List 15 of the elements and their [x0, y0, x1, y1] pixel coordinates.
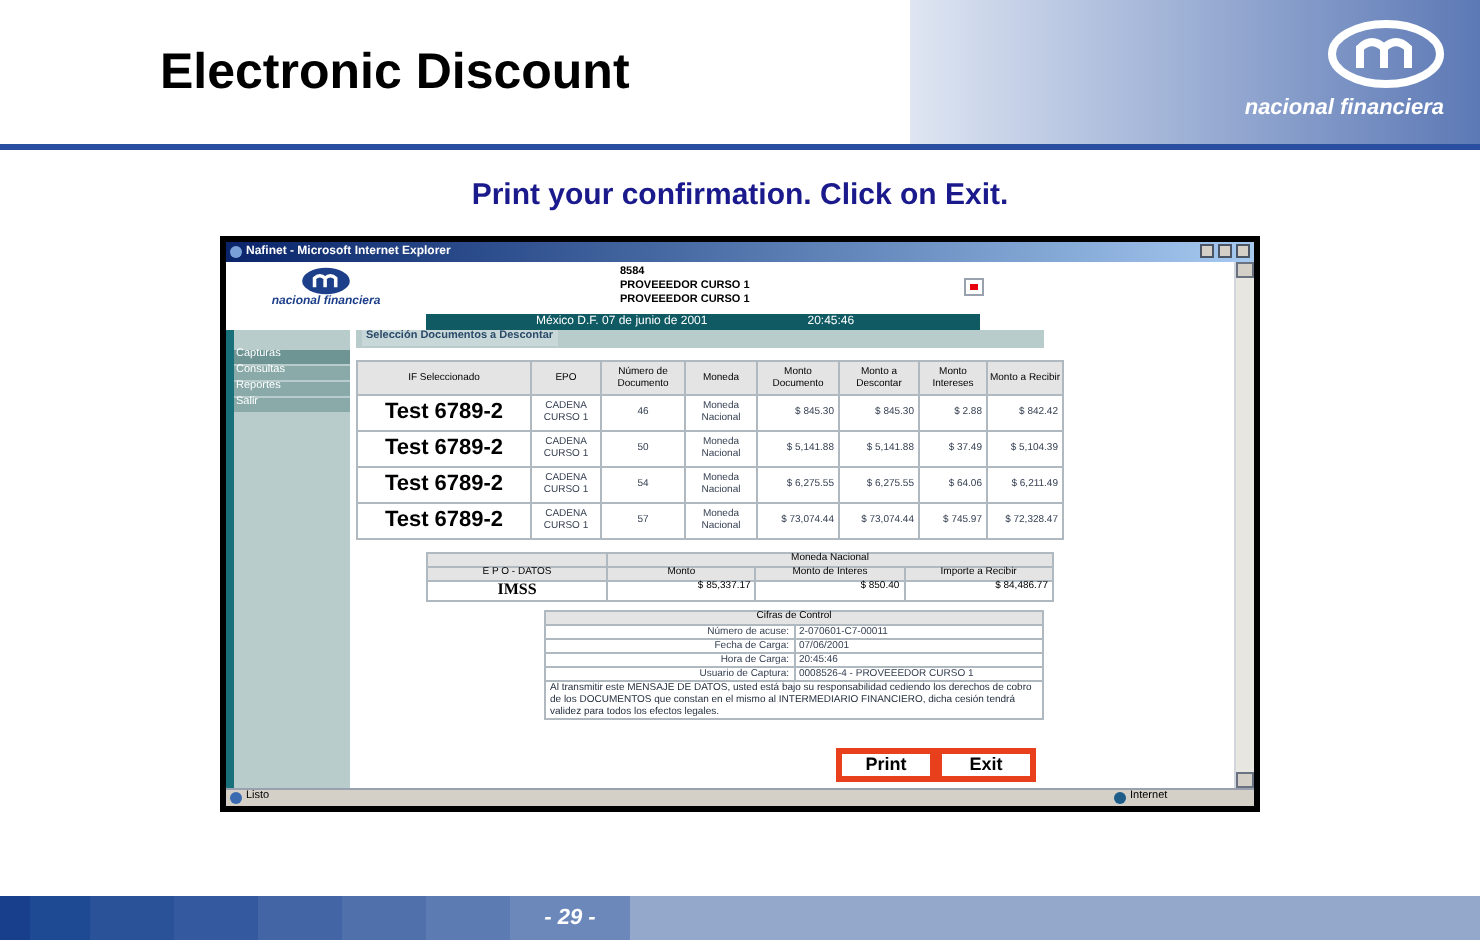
- action-button[interactable]: Print: [836, 747, 936, 781]
- scrollbar[interactable]: [1234, 261, 1254, 787]
- table-cell: Test 6789-2: [357, 430, 531, 466]
- table-cell: Test 6789-2: [357, 394, 531, 430]
- logo-icon: [298, 266, 354, 296]
- table-cell: IMSS: [427, 580, 607, 600]
- logo-text: nacional financiera: [1244, 93, 1444, 124]
- table-cell: Test 6789-2: [357, 466, 531, 502]
- action-button[interactable]: Exit: [936, 747, 1036, 781]
- table-cell: Test 6789-2: [357, 502, 531, 538]
- instruction-text: Print your confirmation. Click on Exit.: [471, 176, 1009, 216]
- page-number: - 29 -: [544, 903, 596, 934]
- slide-title: Electronic Discount: [160, 42, 630, 104]
- logo-icon: [1328, 19, 1444, 88]
- globe-icon: [1114, 791, 1126, 803]
